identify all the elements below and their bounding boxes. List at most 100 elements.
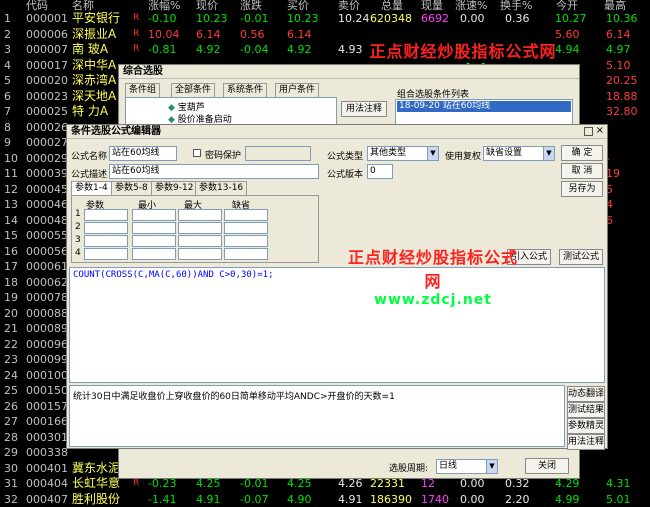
tab-condition-group[interactable]: 条件组	[125, 83, 161, 97]
cell-chg: -1.41	[148, 492, 177, 506]
col-ask[interactable]: 卖价	[338, 0, 360, 11]
formula-code[interactable]: COUNT(CROSS(C,MA(C,60))AND C>0,30)=1;	[70, 268, 604, 282]
formula-code-editor[interactable]: COUNT(CROSS(C,MA(C,60))AND C>0,30)=1;	[69, 267, 605, 383]
param-cell[interactable]	[84, 235, 128, 247]
cell-open: 10.27	[555, 12, 587, 25]
tab-param-5-8[interactable]: 参数5-8	[111, 181, 152, 195]
cell-high: 5.01	[606, 492, 631, 506]
adjust-select[interactable]: 缺省设置 ▼	[483, 146, 555, 161]
period-label: 选股周期:	[389, 464, 429, 474]
cell-code: 000150	[26, 384, 68, 397]
cell-code: 000045	[26, 182, 68, 196]
cell-name: 深天地A	[72, 88, 117, 103]
cell-turn: 0.36	[505, 12, 530, 25]
cell-high: 19	[606, 167, 620, 180]
cell-code: 000401	[26, 461, 68, 475]
table-row[interactable]: 32 000407 胜利股份 -1.41 4.91 -0.07 4.90 4.91 186390…	[0, 492, 650, 507]
table-row[interactable]: 1 000001 平安银行 R -0.10 10.23 -0.01 10.23 10.24 620…	[0, 11, 650, 26]
cell-idx: 11	[4, 167, 18, 180]
close-icon[interactable]: ×	[596, 125, 604, 136]
col-cur[interactable]: 现量	[421, 0, 443, 11]
col-chg[interactable]: 涨幅%	[148, 0, 180, 11]
cell-chg: -0.10	[148, 12, 177, 25]
tab-param-13-16[interactable]: 参数13-16	[195, 181, 248, 195]
cell-code: 000006	[26, 27, 68, 41]
type-select[interactable]: 其他类型 ▼	[367, 146, 439, 161]
param-cell[interactable]	[178, 248, 222, 260]
combo-list-item[interactable]: 18-09-20 站在60均线	[397, 101, 571, 112]
col-diff[interactable]: 涨跌	[240, 0, 262, 11]
param-cell[interactable]	[224, 209, 268, 221]
param-cell[interactable]	[178, 235, 222, 247]
param-cell[interactable]	[178, 222, 222, 234]
cell-code: 000025	[26, 105, 68, 118]
formula-editor-title: 条件选股公式编辑器	[67, 125, 607, 139]
param-cell[interactable]	[84, 248, 128, 260]
col-spd[interactable]: 涨速%	[455, 0, 487, 11]
cell-idx: 4	[4, 58, 11, 72]
tab-system-conditions[interactable]: 系统条件	[223, 83, 268, 97]
param-panel: 参数 最小 最大 缺省 1234	[71, 195, 319, 263]
formula-desc-input[interactable]: 站在60均线	[109, 164, 319, 179]
condition-tree[interactable]: ◆ 宝葫芦 ◆ 股价准备启动	[125, 97, 337, 127]
cell-code: 000046	[26, 198, 68, 211]
param-cell[interactable]	[132, 222, 176, 234]
cell-idx: 27	[4, 415, 18, 428]
param-cell[interactable]	[224, 248, 268, 260]
cell-ask: 4.93	[338, 43, 363, 56]
usage-note-button[interactable]: 用法注释	[341, 101, 387, 117]
cell-cur: 6692	[421, 12, 449, 25]
col-open[interactable]: 今开	[556, 0, 578, 11]
test-formula-button[interactable]: 测试公式	[559, 249, 603, 265]
version-input[interactable]: 0	[367, 164, 393, 179]
tab-param-9-12[interactable]: 参数9-12	[151, 181, 198, 195]
usage-note-side-button[interactable]: 用法注释	[567, 434, 605, 450]
col-code[interactable]: 代码	[26, 0, 48, 11]
cell-idx: 22	[4, 337, 18, 351]
ok-button[interactable]: 确 定	[561, 145, 603, 161]
param-cell[interactable]	[84, 222, 128, 234]
col-vol[interactable]: 总量	[381, 0, 403, 11]
col-bid[interactable]: 买价	[287, 0, 309, 11]
cell-idx: 24	[4, 368, 18, 382]
password-checkbox[interactable]	[193, 149, 201, 157]
cell-r: R	[133, 13, 140, 23]
col-turn[interactable]: 换手%	[500, 0, 532, 11]
test-result-button[interactable]: 测试结果	[567, 402, 605, 418]
cell-high: 10.36	[606, 12, 638, 25]
save-as-button[interactable]: 另存为	[561, 181, 603, 197]
close-button[interactable]: 关闭	[525, 458, 569, 474]
type-value: 其他类型	[370, 148, 407, 158]
param-cell[interactable]	[178, 209, 222, 221]
param-cell[interactable]	[132, 235, 176, 247]
formula-name-input[interactable]: 站在60均线	[109, 146, 177, 161]
param-cell[interactable]	[132, 248, 176, 260]
cell-r: R	[133, 44, 140, 54]
cell-code: 000062	[26, 275, 68, 289]
cell-turn: 2.20	[505, 492, 530, 506]
maximize-icon[interactable]	[584, 127, 593, 136]
dynamic-translate-button[interactable]: 动态翻译	[567, 386, 605, 402]
param-cell[interactable]	[224, 222, 268, 234]
col-price[interactable]: 现价	[196, 0, 218, 11]
param-row-number: 4	[75, 248, 81, 258]
param-cell[interactable]	[84, 209, 128, 221]
col-name[interactable]: 名称	[72, 0, 94, 11]
tab-param-1-4[interactable]: 参数1-4	[71, 181, 112, 195]
cancel-button[interactable]: 取 消	[561, 163, 603, 179]
col-high[interactable]: 最高	[604, 0, 626, 11]
version-label: 公式版本	[327, 170, 364, 180]
param-cell[interactable]	[132, 209, 176, 221]
cell-bid: 6.14	[287, 27, 312, 41]
tab-user-conditions[interactable]: 用户条件	[275, 83, 320, 97]
password-input[interactable]	[245, 146, 311, 161]
cell-idx: 7	[4, 105, 11, 118]
tab-all-conditions[interactable]: 全部条件	[171, 83, 216, 97]
cell-idx: 15	[4, 229, 18, 242]
cell-name: 深赤湾A	[72, 73, 117, 87]
param-cell[interactable]	[224, 235, 268, 247]
watermark-middle: 正点财经炒股指标公式网 www.zdcj.net	[348, 244, 518, 308]
cell-code: 000061	[26, 260, 68, 273]
period-select[interactable]: 日线 ▼	[436, 459, 498, 474]
param-wizard-button[interactable]: 参数精灵	[567, 418, 605, 434]
